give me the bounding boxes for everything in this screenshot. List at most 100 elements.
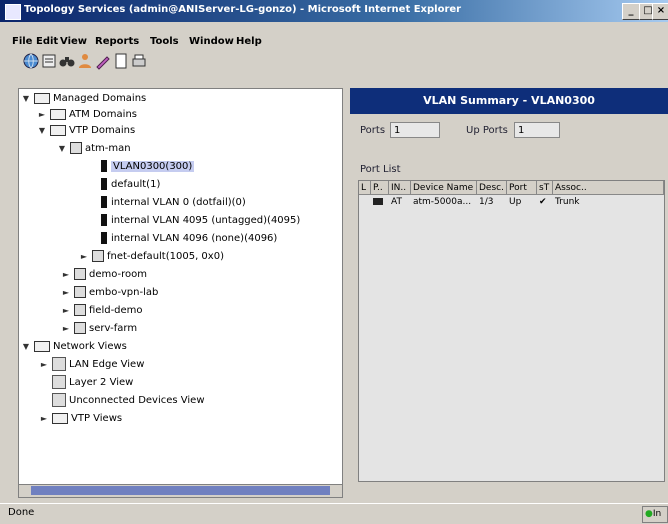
- tree-node-serv-farm[interactable]: ► serv-farm: [61, 321, 137, 337]
- table-cell-checkbox[interactable]: ✔: [537, 195, 553, 209]
- up-ports-field: 1: [514, 122, 560, 138]
- port-list-label: Port List: [360, 164, 401, 175]
- checkmark-icon: ✔: [539, 197, 547, 207]
- expand-icon[interactable]: ►: [61, 285, 71, 301]
- vlan-summary-title: VLAN Summary - VLAN0300: [350, 88, 668, 114]
- vlan-icon: [101, 232, 107, 244]
- tree-node-atm-man[interactable]: ▼ atm-man: [57, 141, 131, 157]
- expand-icon[interactable]: ►: [61, 303, 71, 319]
- vlan-icon: [101, 160, 107, 172]
- vlan-icon: [101, 214, 107, 226]
- tree-node-default[interactable]: default(1): [97, 177, 160, 193]
- switch-icon: [74, 268, 86, 280]
- tree-node-vtp-domains[interactable]: ▼ VTP Domains: [37, 123, 135, 139]
- table-cell[interactable]: atm-5000a...: [411, 195, 477, 209]
- close-button[interactable]: ×: [652, 3, 668, 20]
- ports-field: 1: [390, 122, 440, 138]
- expand-icon[interactable]: ►: [39, 357, 49, 373]
- minimize-button[interactable]: _: [622, 3, 640, 20]
- person-icon[interactable]: [76, 52, 94, 70]
- col-header[interactable]: IN..: [389, 181, 411, 195]
- vlan-icon: [101, 196, 107, 208]
- binoculars-icon[interactable]: [58, 52, 76, 70]
- tree-node-field-demo[interactable]: ► field-demo: [61, 303, 143, 319]
- tree-node-network-views[interactable]: ▼ Network Views: [21, 339, 127, 355]
- collapse-icon[interactable]: ▼: [21, 339, 31, 355]
- table-row-icon[interactable]: [371, 195, 389, 209]
- tree-node-lan-edge-view[interactable]: ► LAN Edge View: [39, 357, 144, 373]
- col-header[interactable]: Assoc..: [553, 181, 664, 195]
- col-header[interactable]: sT: [537, 181, 553, 195]
- col-header[interactable]: Port: [507, 181, 537, 195]
- tree-node-managed-domains[interactable]: ▼ Managed Domains: [21, 91, 146, 107]
- folder-icon: [34, 92, 50, 104]
- printer-setup-icon[interactable]: [130, 52, 148, 70]
- pencil-icon[interactable]: [94, 52, 112, 70]
- tree-node-atm-domains[interactable]: ► ATM Domains: [37, 107, 137, 123]
- tree-node-internal-vlan-4096[interactable]: internal VLAN 4096 (none)(4096): [97, 231, 277, 247]
- status-zone: ●In: [642, 506, 668, 523]
- view-icon: [52, 393, 66, 407]
- switch-icon: [70, 142, 82, 154]
- window-title: Topology Services (admin@ANIServer-LG-go…: [24, 4, 462, 15]
- collapse-icon[interactable]: ▼: [57, 141, 67, 157]
- print-icon[interactable]: [40, 52, 58, 70]
- port-list-table[interactable]: L P.. IN.. Device Name Desc. Port sT Ass…: [358, 180, 665, 482]
- menu-edit[interactable]: Edit: [36, 36, 58, 47]
- tree-node-unconnected-devices-view[interactable]: Unconnected Devices View: [49, 393, 205, 409]
- expand-icon[interactable]: ►: [79, 249, 89, 265]
- tree-node-demo-room[interactable]: ► demo-room: [61, 267, 147, 283]
- table-cell[interactable]: Trunk: [553, 195, 664, 209]
- vlan-icon: [101, 178, 107, 190]
- tree-node-internal-vlan-4095[interactable]: internal VLAN 4095 (untagged)(4095): [97, 213, 300, 229]
- tree-node-vlan0300[interactable]: VLAN0300(300): [97, 159, 195, 175]
- tree-node-internal-vlan-0[interactable]: internal VLAN 0 (dotfail)(0): [97, 195, 246, 211]
- tree-node-fnet-default[interactable]: ► fnet-default(1005, 0x0): [79, 249, 224, 265]
- globe-icon[interactable]: [22, 52, 40, 70]
- port-icon: [373, 198, 383, 205]
- switch-icon: [74, 304, 86, 316]
- folder-icon: [34, 340, 50, 352]
- zone-dot-icon: ●: [645, 509, 653, 519]
- folder-icon: [52, 412, 68, 424]
- switch-icon: [92, 250, 104, 262]
- tree-node-layer-2-view[interactable]: Layer 2 View: [49, 375, 133, 391]
- app-icon: [5, 4, 21, 20]
- expand-icon[interactable]: ►: [61, 321, 71, 337]
- status-bar: Done ●In: [0, 503, 668, 524]
- page-icon[interactable]: [112, 52, 130, 70]
- col-header[interactable]: L: [359, 181, 371, 195]
- col-header[interactable]: P..: [371, 181, 389, 195]
- topology-tree[interactable]: ▼ Managed Domains ► ATM Domains ▼ VTP Domai…: [18, 88, 343, 498]
- menu-reports[interactable]: Reports: [95, 36, 139, 47]
- switch-icon: [74, 286, 86, 298]
- window-titlebar: Topology Services (admin@ANIServer-LG-go…: [0, 0, 668, 22]
- up-ports-label: Up Ports: [466, 125, 508, 136]
- folder-icon: [50, 124, 66, 136]
- menu-help[interactable]: Help: [236, 36, 262, 47]
- menu-bar: File Edit View Reports Tools Window Help: [0, 34, 668, 50]
- tree-node-embo-vpn-lab[interactable]: ► embo-vpn-lab: [61, 285, 158, 301]
- folder-icon: [50, 108, 66, 120]
- view-icon: [52, 375, 66, 389]
- scrollbar-thumb[interactable]: [31, 486, 330, 495]
- collapse-icon[interactable]: ▼: [37, 123, 47, 139]
- collapse-icon[interactable]: ▼: [21, 91, 31, 107]
- tree-horizontal-scrollbar[interactable]: [19, 484, 342, 497]
- menu-window[interactable]: Window: [189, 36, 234, 47]
- view-icon: [52, 357, 66, 371]
- table-cell[interactable]: Up: [507, 195, 537, 209]
- vlan-summary-panel: VLAN Summary - VLAN0300 Ports 1 Up Ports…: [350, 88, 668, 493]
- table-cell[interactable]: 1/3: [477, 195, 507, 209]
- expand-icon[interactable]: ►: [61, 267, 71, 283]
- switch-icon: [74, 322, 86, 334]
- expand-icon[interactable]: ►: [39, 411, 49, 427]
- menu-file[interactable]: File: [12, 36, 32, 47]
- menu-view[interactable]: View: [60, 36, 87, 47]
- col-header[interactable]: Desc.: [477, 181, 507, 195]
- col-header[interactable]: Device Name: [411, 181, 477, 195]
- tree-node-vtp-views[interactable]: ► VTP Views: [39, 411, 122, 427]
- table-cell[interactable]: AT: [389, 195, 411, 209]
- menu-tools[interactable]: Tools: [150, 36, 179, 47]
- expand-icon[interactable]: ►: [37, 107, 47, 123]
